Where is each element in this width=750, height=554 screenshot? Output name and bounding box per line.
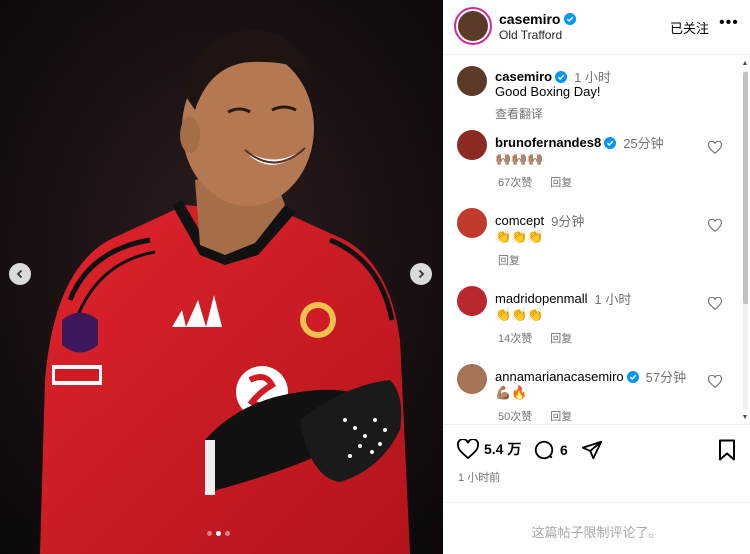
- comment-avatar[interactable]: [457, 130, 487, 160]
- comment-meta: 回复: [498, 252, 520, 268]
- previous-image-button[interactable]: [9, 263, 31, 285]
- comment-item: madridopenmall 1 小时 👏👏👏 14次赞 回复: [443, 280, 743, 358]
- like-count: 5.4 万: [484, 441, 522, 457]
- comments-limited-text: 这篇帖子限制评论了。: [531, 525, 662, 540]
- carousel-dot-active: [216, 531, 221, 536]
- comment-meta: 14次赞 回复: [498, 330, 572, 346]
- comment-avatar[interactable]: [457, 286, 487, 316]
- author-username[interactable]: casemiro: [499, 11, 560, 27]
- author-avatar[interactable]: [454, 7, 492, 45]
- comment-header: annamarianacasemiro 57分钟: [495, 367, 686, 386]
- scroll-down-arrow-icon[interactable]: ▼: [741, 414, 749, 422]
- bookmark-icon: [719, 439, 735, 461]
- post-timestamp[interactable]: 1 小时前: [458, 469, 500, 485]
- post-media: [0, 0, 443, 554]
- caption-username[interactable]: casemiro: [495, 69, 552, 84]
- scroll-up-arrow-icon[interactable]: ▲: [741, 60, 749, 68]
- comment-button[interactable]: 6: [533, 439, 568, 461]
- comment-header: madridopenmall 1 小时: [495, 289, 631, 308]
- author-username-row: casemiro: [499, 11, 577, 27]
- comment-likes[interactable]: 14次赞: [498, 330, 532, 346]
- more-options-icon[interactable]: •••: [719, 14, 739, 32]
- next-image-button[interactable]: [410, 263, 432, 285]
- caption-avatar[interactable]: [457, 66, 487, 96]
- comment-username[interactable]: madridopenmall: [495, 291, 588, 306]
- carousel-dot: [225, 531, 230, 536]
- comment-likes[interactable]: 50次赞: [498, 408, 532, 422]
- comment-time[interactable]: 57分钟: [646, 367, 686, 386]
- post-header: casemiro Old Trafford 已关注 •••: [443, 0, 750, 55]
- comments-limited-footer: 这篇帖子限制评论了。: [443, 502, 750, 554]
- caption-text: Good Boxing Day!: [495, 84, 601, 99]
- send-paper-plane-icon: [581, 440, 603, 460]
- chevron-left-icon: [16, 269, 23, 279]
- chevron-right-icon: [418, 269, 425, 279]
- comment-item: brunofernandes8 25分钟 🙌🏽🙌🏽🙌🏽 67次赞 回复: [443, 124, 743, 202]
- post-panel: casemiro Old Trafford 已关注 ••• casemiro 1…: [443, 0, 750, 554]
- comment-header: comcept 9分钟: [495, 211, 584, 230]
- like-comment-heart-icon[interactable]: [708, 297, 722, 310]
- reply-button[interactable]: 回复: [550, 174, 572, 190]
- comment-avatar[interactable]: [457, 364, 487, 394]
- comment-username[interactable]: comcept: [495, 213, 544, 228]
- like-comment-heart-icon[interactable]: [708, 141, 722, 154]
- reply-button[interactable]: 回复: [550, 408, 572, 422]
- carousel-dot: [207, 531, 212, 536]
- post-location[interactable]: Old Trafford: [499, 28, 562, 42]
- verified-badge-icon: [564, 13, 577, 25]
- comment-time[interactable]: 1 小时: [595, 289, 632, 308]
- like-comment-heart-icon[interactable]: [708, 219, 722, 232]
- comment-item: comcept 9分钟 👏👏👏 回复: [443, 202, 743, 280]
- comment-likes[interactable]: 67次赞: [498, 174, 532, 190]
- comment-avatar[interactable]: [457, 208, 487, 238]
- comment-username[interactable]: annamarianacasemiro: [495, 369, 624, 384]
- comment-text: 💪🏽🔥: [495, 385, 528, 400]
- share-button[interactable]: [581, 439, 603, 461]
- comment-text: 👏👏👏: [495, 307, 544, 322]
- comments-list: casemiro 1 小时 Good Boxing Day! 查看翻译 brun…: [443, 56, 743, 422]
- carousel-indicator: [207, 531, 230, 536]
- save-button[interactable]: [718, 439, 736, 461]
- comment-count: 6: [560, 442, 568, 458]
- reply-button[interactable]: 回复: [550, 330, 572, 346]
- scroll-thumb[interactable]: [743, 72, 748, 304]
- post-actions: 5.4 万 6 1 小时前: [443, 424, 750, 484]
- verified-badge-icon: [604, 136, 617, 149]
- comment-username[interactable]: brunofernandes8: [495, 135, 601, 150]
- post-photo: [0, 0, 443, 554]
- verified-badge-icon: [555, 70, 568, 83]
- see-translation-link[interactable]: 查看翻译: [495, 105, 543, 122]
- comment-time[interactable]: 25分钟: [623, 133, 663, 152]
- like-button[interactable]: 5.4 万: [457, 439, 521, 459]
- comment-item: annamarianacasemiro 57分钟 💪🏽🔥 50次赞 回复: [443, 358, 743, 422]
- comment-text: 👏👏👏: [495, 229, 544, 244]
- comment-meta: 67次赞 回复: [498, 174, 572, 190]
- comment-text: 🙌🏽🙌🏽🙌🏽: [495, 151, 544, 166]
- like-comment-heart-icon[interactable]: [708, 375, 722, 388]
- comment-time[interactable]: 9分钟: [551, 211, 584, 230]
- following-button[interactable]: 已关注: [670, 18, 709, 37]
- verified-badge-icon: [626, 370, 639, 383]
- reply-button[interactable]: 回复: [498, 252, 520, 268]
- heart-icon: [457, 439, 479, 459]
- comment-header: brunofernandes8 25分钟: [495, 133, 664, 152]
- comments-scrollbar[interactable]: ▲ ▼: [741, 60, 749, 422]
- comment-meta: 50次赞 回复: [498, 408, 572, 422]
- comment-bubble-icon: [534, 440, 554, 460]
